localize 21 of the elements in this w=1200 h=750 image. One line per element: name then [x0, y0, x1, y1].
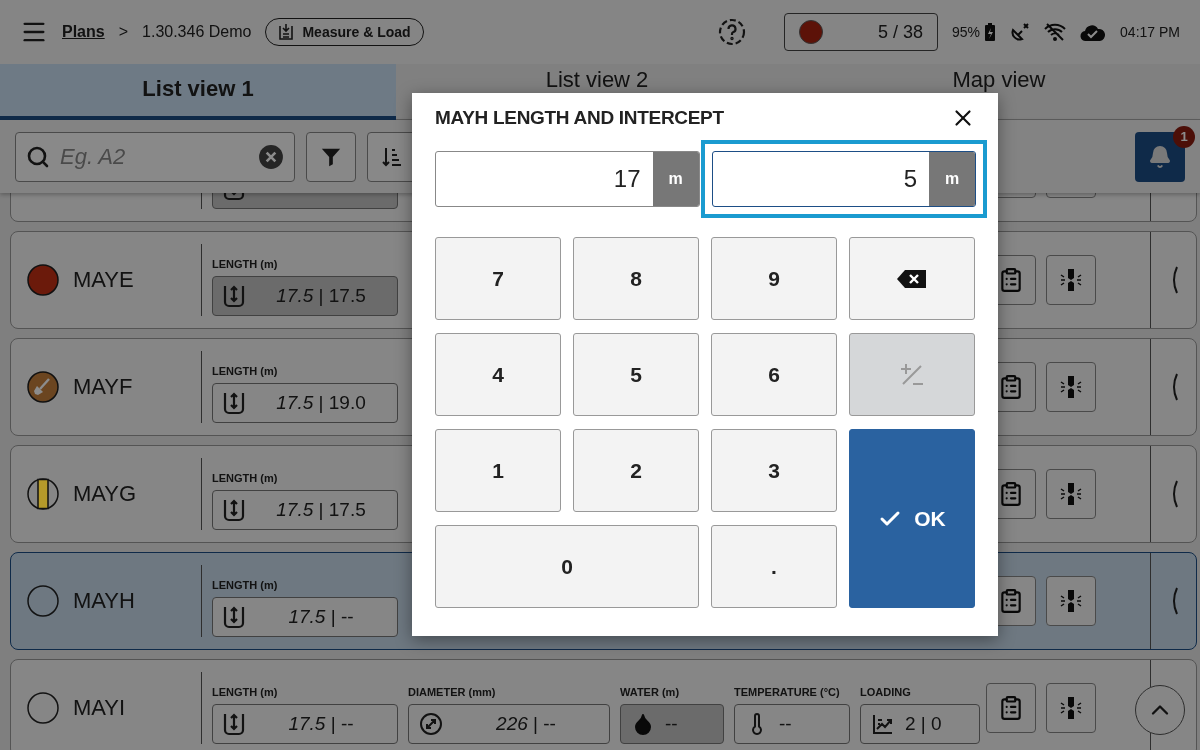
field-label: LENGTH (m) [212, 258, 279, 270]
field-label: LENGTH (m) [212, 579, 279, 591]
item-name: MAYG [73, 481, 137, 507]
field-label: DIAMETER (mm) [408, 686, 497, 698]
field-label: LENGTH (m) [212, 686, 279, 698]
breadcrumb-separator: > [118, 23, 129, 41]
item-name: MAYE [73, 267, 134, 293]
item-name: MAYH [73, 588, 135, 614]
field-label: TEMPERATURE (°C) [734, 686, 841, 698]
field-label: LENGTH (m) [212, 365, 279, 377]
clock: 04:17 PM [1120, 24, 1180, 40]
project-name: 1.30.346 Demo [142, 23, 252, 41]
unit-label: m [652, 152, 699, 206]
battery-level: 95% [952, 24, 981, 40]
notification-badge: 1 [1173, 125, 1195, 148]
field-label: WATER (m) [620, 686, 681, 698]
unit-label: m [929, 152, 975, 206]
field-label: LENGTH (m) [212, 472, 279, 484]
item-name: MAYI [73, 695, 126, 721]
field-label: LOADING [860, 686, 912, 698]
item-name: MAYF [73, 374, 133, 400]
